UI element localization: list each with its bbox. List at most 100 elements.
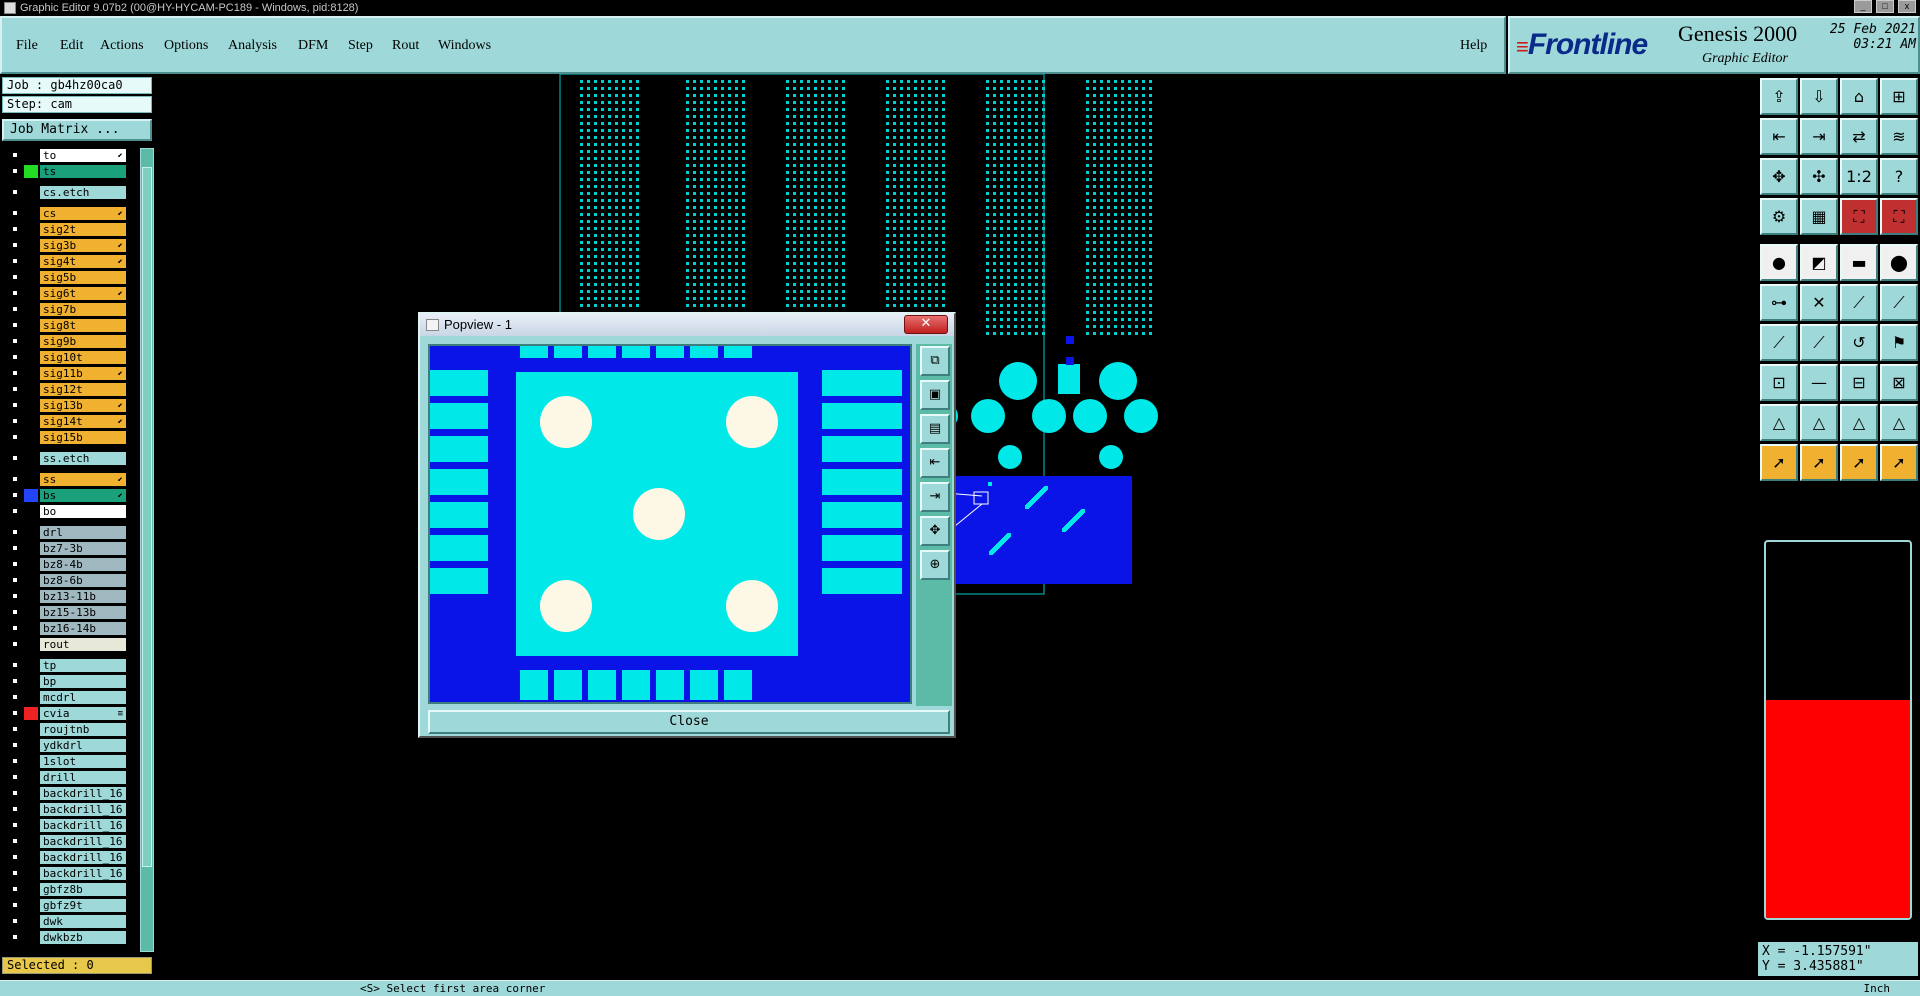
layer-color-swatch[interactable] [24, 415, 38, 428]
scrollbar-thumb[interactable] [142, 167, 152, 867]
tool-button-18[interactable]: ◩ [1800, 244, 1838, 281]
layer-row-roujtnb[interactable]: roujtnb [2, 722, 138, 736]
layer-row-gbfz9t[interactable]: gbfz9t [2, 898, 138, 912]
layer-color-swatch[interactable] [24, 542, 38, 555]
layer-checkbox[interactable] [10, 272, 20, 282]
layer-checkbox[interactable] [10, 490, 20, 500]
tool-button-15[interactable]: ⛶ [1840, 198, 1878, 235]
tool-button-9[interactable]: ✥ [1760, 158, 1798, 195]
layer-color-swatch[interactable] [24, 606, 38, 619]
layer-checkbox[interactable] [10, 772, 20, 782]
popview-tool-4[interactable]: ⇤ [920, 448, 950, 478]
layer-name[interactable]: backdrill_16 [40, 803, 126, 816]
layer-row-sig2t[interactable]: sig2t [2, 222, 138, 236]
layer-row-tp[interactable]: tp [2, 658, 138, 672]
layer-checkbox[interactable] [10, 384, 20, 394]
layer-name[interactable]: sig2t [40, 223, 126, 236]
layer-checkbox[interactable] [10, 368, 20, 378]
layer-row-bz8-4b[interactable]: bz8-4b [2, 557, 138, 571]
layer-color-swatch[interactable] [24, 558, 38, 571]
layer-name[interactable]: backdrill_16 [40, 787, 126, 800]
layer-row-backdrill_16[interactable]: backdrill_16 [2, 802, 138, 816]
popview-tool-2[interactable]: ▣ [920, 380, 950, 410]
layer-color-swatch[interactable] [24, 473, 38, 486]
layer-row-sig13b[interactable]: sig13b ⬋ [2, 398, 138, 412]
layer-checkbox[interactable] [10, 208, 20, 218]
layer-name[interactable]: cs.etch [40, 186, 126, 199]
layer-name[interactable]: bz8-4b [40, 558, 126, 571]
layer-name[interactable]: mcdrl [40, 691, 126, 704]
layer-checkbox[interactable] [10, 304, 20, 314]
layer-checkbox[interactable] [10, 527, 20, 537]
layer-row-bz8-6b[interactable]: bz8-6b [2, 573, 138, 587]
layer-color-swatch[interactable] [24, 383, 38, 396]
layer-row-sig15b[interactable]: sig15b [2, 430, 138, 444]
layer-row-sig9b[interactable]: sig9b [2, 334, 138, 348]
layer-color-swatch[interactable] [24, 835, 38, 848]
popview-zoom-icon[interactable]: ⊕ [920, 550, 950, 580]
layer-color-swatch[interactable] [24, 574, 38, 587]
layer-color-swatch[interactable] [24, 165, 38, 178]
menu-actions[interactable]: Actions [100, 38, 144, 54]
layer-row-ts[interactable]: ts [2, 164, 138, 178]
layer-color-swatch[interactable] [24, 590, 38, 603]
tool-button-38[interactable]: ➚ [1800, 444, 1838, 481]
layer-name[interactable]: sig12t [40, 383, 126, 396]
layer-checkbox[interactable] [10, 150, 20, 160]
layer-name[interactable]: cs ⬋ [40, 207, 126, 220]
layer-color-swatch[interactable] [24, 149, 38, 162]
layer-color-swatch[interactable] [24, 707, 38, 720]
layer-name[interactable]: gbfz8b [40, 883, 126, 896]
layer-color-swatch[interactable] [24, 638, 38, 651]
layer-name[interactable]: ts [40, 165, 126, 178]
tool-button-21[interactable]: ⊶ [1760, 284, 1798, 321]
layer-name[interactable]: sig3b ⬋ [40, 239, 126, 252]
layer-color-swatch[interactable] [24, 431, 38, 444]
layer-checkbox[interactable] [10, 900, 20, 910]
layer-color-swatch[interactable] [24, 489, 38, 502]
layer-color-swatch[interactable] [24, 255, 38, 268]
layer-name[interactable]: backdrill_16 [40, 867, 126, 880]
tool-button-22[interactable]: ✕ [1800, 284, 1838, 321]
layer-row-dwkbzb[interactable]: dwkbzb [2, 930, 138, 944]
layer-row-sig14t[interactable]: sig14t ⬋ [2, 414, 138, 428]
layer-checkbox[interactable] [10, 256, 20, 266]
layer-name[interactable]: sig10t [40, 351, 126, 364]
minimize-button[interactable]: _ [1854, 0, 1872, 13]
tool-button-14[interactable]: ▦ [1800, 198, 1838, 235]
popview-titlebar[interactable]: Popview - 1 [420, 314, 954, 336]
layer-name[interactable]: 1slot [40, 755, 126, 768]
layer-row-dwk[interactable]: dwk [2, 914, 138, 928]
layer-color-swatch[interactable] [24, 659, 38, 672]
layer-name[interactable]: ss.etch [40, 452, 126, 465]
layer-checkbox[interactable] [10, 868, 20, 878]
layer-name[interactable]: sig13b ⬋ [40, 399, 126, 412]
layer-color-swatch[interactable] [24, 452, 38, 465]
layer-checkbox[interactable] [10, 708, 20, 718]
layer-row-rout[interactable]: rout [2, 637, 138, 651]
popview-canvas[interactable] [428, 344, 912, 704]
layer-row-mcdrl[interactable]: mcdrl [2, 690, 138, 704]
graphics-canvas[interactable] [156, 74, 1756, 980]
layer-color-swatch[interactable] [24, 851, 38, 864]
tool-button-40[interactable]: ➚ [1880, 444, 1918, 481]
layer-checkbox[interactable] [10, 336, 20, 346]
layer-color-swatch[interactable] [24, 505, 38, 518]
layer-row-to[interactable]: to ⬋ [2, 148, 138, 162]
tool-button-33[interactable]: △ [1760, 404, 1798, 441]
layer-name[interactable]: bz7-3b [40, 542, 126, 555]
layer-color-swatch[interactable] [24, 675, 38, 688]
layer-row-1slot[interactable]: 1slot [2, 754, 138, 768]
tool-button-19[interactable]: ▬ [1840, 244, 1878, 281]
layer-name[interactable]: bo [40, 505, 126, 518]
layer-name[interactable]: sig14t ⬋ [40, 415, 126, 428]
popview-tool-3[interactable]: ▤ [920, 414, 950, 444]
layer-color-swatch[interactable] [24, 787, 38, 800]
layer-name[interactable]: sig6t ⬋ [40, 287, 126, 300]
layer-color-swatch[interactable] [24, 803, 38, 816]
layer-row-bz7-3b[interactable]: bz7-3b [2, 541, 138, 555]
layer-name[interactable]: drill [40, 771, 126, 784]
layer-name[interactable]: bs ⬋ [40, 489, 126, 502]
layer-row-sig6t[interactable]: sig6t ⬋ [2, 286, 138, 300]
tool-button-20[interactable]: ⬤ [1880, 244, 1918, 281]
